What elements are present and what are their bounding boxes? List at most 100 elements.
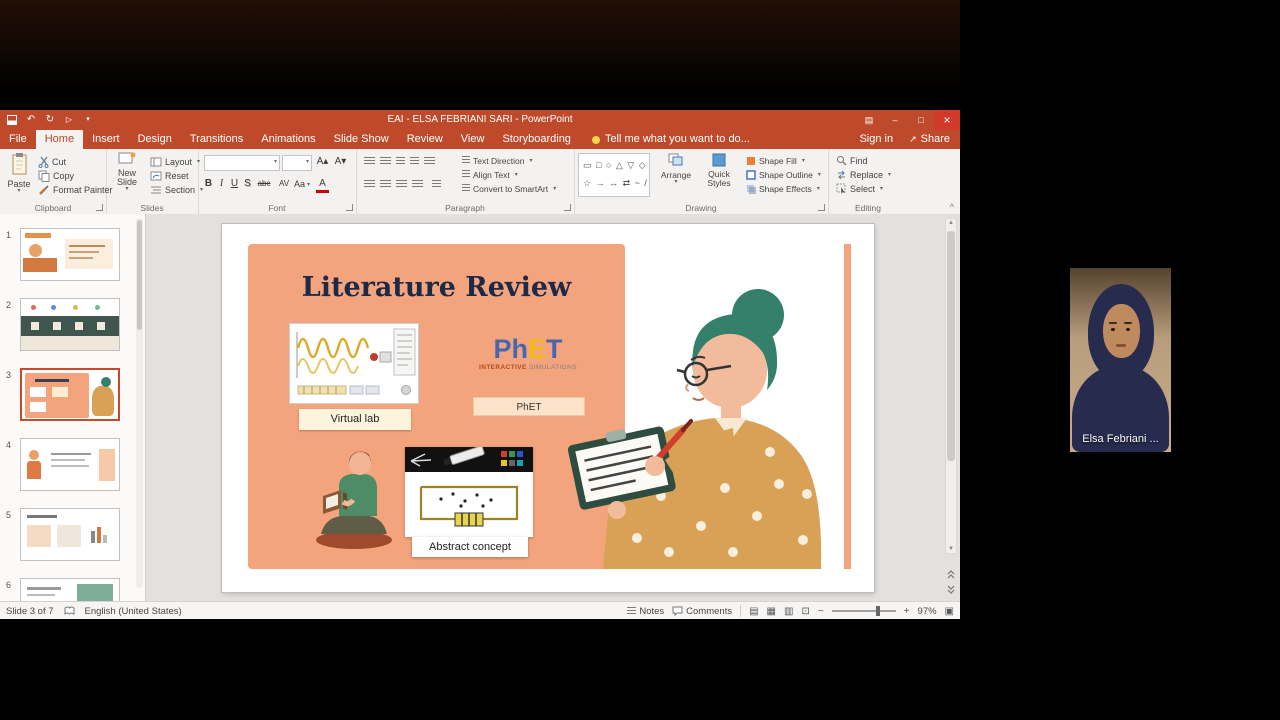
- clipboard-dialog-launcher[interactable]: [96, 204, 103, 211]
- slideshow-view-button[interactable]: [801, 606, 809, 617]
- normal-view-button[interactable]: [749, 606, 758, 617]
- numbering-icon[interactable]: [380, 157, 391, 166]
- font-size-combobox[interactable]: [282, 155, 312, 171]
- underline-button[interactable]: U: [228, 176, 241, 192]
- font-color-button[interactable]: A: [316, 178, 329, 193]
- slide-canvas[interactable]: Literature Review PhET INTERACTIVE SIMUL…: [222, 224, 874, 592]
- zoom-slider[interactable]: [831, 606, 896, 616]
- shape-effects-button[interactable]: Shape Effects: [746, 182, 820, 195]
- italic-button[interactable]: I: [215, 176, 228, 192]
- close-button[interactable]: [934, 110, 960, 130]
- zoom-level[interactable]: 97%: [918, 606, 937, 617]
- shape-outline-button[interactable]: Shape Outline: [746, 168, 821, 181]
- format-painter-button[interactable]: Format Painter: [38, 183, 113, 196]
- zoom-in-button[interactable]: [904, 606, 910, 617]
- reset-button[interactable]: Reset: [150, 169, 189, 182]
- start-presentation-icon[interactable]: [63, 114, 75, 126]
- language-indicator[interactable]: English (United States): [85, 606, 182, 617]
- tab-animations[interactable]: Animations: [252, 130, 324, 149]
- convert-smartart-button[interactable]: Convert to SmartArt: [462, 182, 556, 195]
- paste-button[interactable]: Paste ▾: [4, 152, 34, 194]
- find-button[interactable]: Find: [836, 154, 868, 167]
- redo-icon[interactable]: [44, 114, 56, 126]
- align-right-icon[interactable]: [396, 180, 407, 189]
- new-slide-button[interactable]: New Slide ▾: [109, 152, 145, 192]
- text-direction-button[interactable]: Text Direction: [462, 154, 533, 167]
- quick-styles-button[interactable]: Quick Styles: [698, 153, 740, 187]
- align-text-button[interactable]: Align Text: [462, 168, 518, 181]
- strikethrough-button[interactable]: abc: [254, 176, 274, 192]
- slide-sorter-view-button[interactable]: [767, 606, 776, 617]
- zoom-out-button[interactable]: [818, 606, 824, 617]
- columns-icon[interactable]: [432, 180, 441, 189]
- previous-slide-button[interactable]: [945, 567, 957, 582]
- slide-thumbnail-4[interactable]: [20, 438, 120, 491]
- justify-icon[interactable]: [412, 180, 423, 189]
- tab-review[interactable]: Review: [398, 130, 452, 149]
- save-icon[interactable]: [6, 114, 18, 126]
- tab-insert[interactable]: Insert: [83, 130, 129, 149]
- slide-counter[interactable]: Slide 3 of 7: [6, 606, 54, 617]
- shrink-font-button[interactable]: A▾: [334, 154, 347, 170]
- paragraph-dialog-launcher[interactable]: [564, 204, 571, 211]
- text-shadow-button[interactable]: S: [241, 176, 254, 192]
- minimize-button[interactable]: [882, 110, 908, 130]
- ribbon-display-options-icon[interactable]: [856, 110, 882, 130]
- tab-view[interactable]: View: [452, 130, 494, 149]
- undo-icon[interactable]: [25, 114, 37, 126]
- slide-scrollbar[interactable]: ▲ ▼: [945, 218, 957, 554]
- tab-slide-show[interactable]: Slide Show: [325, 130, 398, 149]
- increase-indent-icon[interactable]: [410, 157, 419, 166]
- collapse-ribbon-icon[interactable]: ^: [950, 202, 954, 212]
- line-spacing-icon[interactable]: [424, 157, 435, 166]
- customize-qat-icon[interactable]: [82, 114, 94, 126]
- sign-in-link[interactable]: Sign in: [859, 130, 893, 149]
- cut-button[interactable]: Cut: [38, 155, 66, 168]
- reading-view-button[interactable]: [784, 606, 793, 617]
- align-center-icon[interactable]: [380, 180, 391, 189]
- tab-transitions[interactable]: Transitions: [181, 130, 252, 149]
- share-button[interactable]: Share: [909, 130, 950, 149]
- decrease-indent-icon[interactable]: [396, 157, 405, 166]
- character-spacing-button[interactable]: AV: [276, 176, 292, 192]
- slide-thumbnail-1[interactable]: [20, 228, 120, 281]
- fit-slide-to-window-button[interactable]: [945, 606, 954, 617]
- tab-file[interactable]: File: [0, 130, 36, 149]
- select-button[interactable]: Select: [836, 182, 883, 195]
- comments-button[interactable]: Comments: [672, 606, 732, 617]
- bold-button[interactable]: B: [202, 176, 215, 192]
- maximize-button[interactable]: [908, 110, 934, 130]
- tab-home[interactable]: Home: [35, 130, 84, 149]
- slide-thumbnail-3-selected[interactable]: [20, 368, 120, 421]
- shapes-gallery[interactable]: ▭ □ ○ △ ▽ ◇ ☆ → ↔ ⇄ ~ /: [578, 153, 650, 197]
- tab-design[interactable]: Design: [129, 130, 181, 149]
- grow-font-button[interactable]: A▴: [316, 154, 329, 170]
- shape-fill-button[interactable]: Shape Fill: [746, 154, 805, 167]
- thumbnails-scrollbar[interactable]: [136, 218, 143, 588]
- scroll-down-icon[interactable]: ▼: [946, 546, 956, 552]
- thumbnails-scrollbar-thumb[interactable]: [137, 220, 142, 330]
- slide-thumbnail-2[interactable]: [20, 298, 120, 351]
- font-name-combobox[interactable]: [204, 155, 280, 171]
- align-left-icon[interactable]: [364, 180, 375, 189]
- replace-button[interactable]: Replace: [836, 168, 891, 181]
- slide-thumbnail-5[interactable]: [20, 508, 120, 561]
- font-dialog-launcher[interactable]: [346, 204, 353, 211]
- tab-storyboarding[interactable]: Storyboarding: [493, 130, 580, 149]
- layout-button[interactable]: Layout: [150, 155, 200, 168]
- notes-button[interactable]: Notes: [627, 606, 664, 617]
- spell-check-icon[interactable]: [64, 606, 75, 616]
- scrollbar-thumb[interactable]: [947, 231, 955, 461]
- arrange-button[interactable]: Arrange ▾: [656, 153, 696, 185]
- drawing-dialog-launcher[interactable]: [818, 204, 825, 211]
- copy-button[interactable]: Copy: [38, 169, 74, 182]
- bullets-icon[interactable]: [364, 157, 375, 166]
- slide-thumbnail-6[interactable]: [20, 578, 120, 601]
- tell-me-box[interactable]: Tell me what you want to do...: [591, 130, 750, 149]
- scroll-up-icon[interactable]: ▲: [946, 220, 956, 226]
- webcam-overlay[interactable]: Elsa Febriani ...: [1070, 268, 1171, 452]
- zoom-slider-thumb[interactable]: [876, 606, 881, 616]
- change-case-button[interactable]: Aa: [294, 176, 310, 192]
- section-button[interactable]: Section: [150, 183, 203, 196]
- next-slide-button[interactable]: [945, 582, 957, 597]
